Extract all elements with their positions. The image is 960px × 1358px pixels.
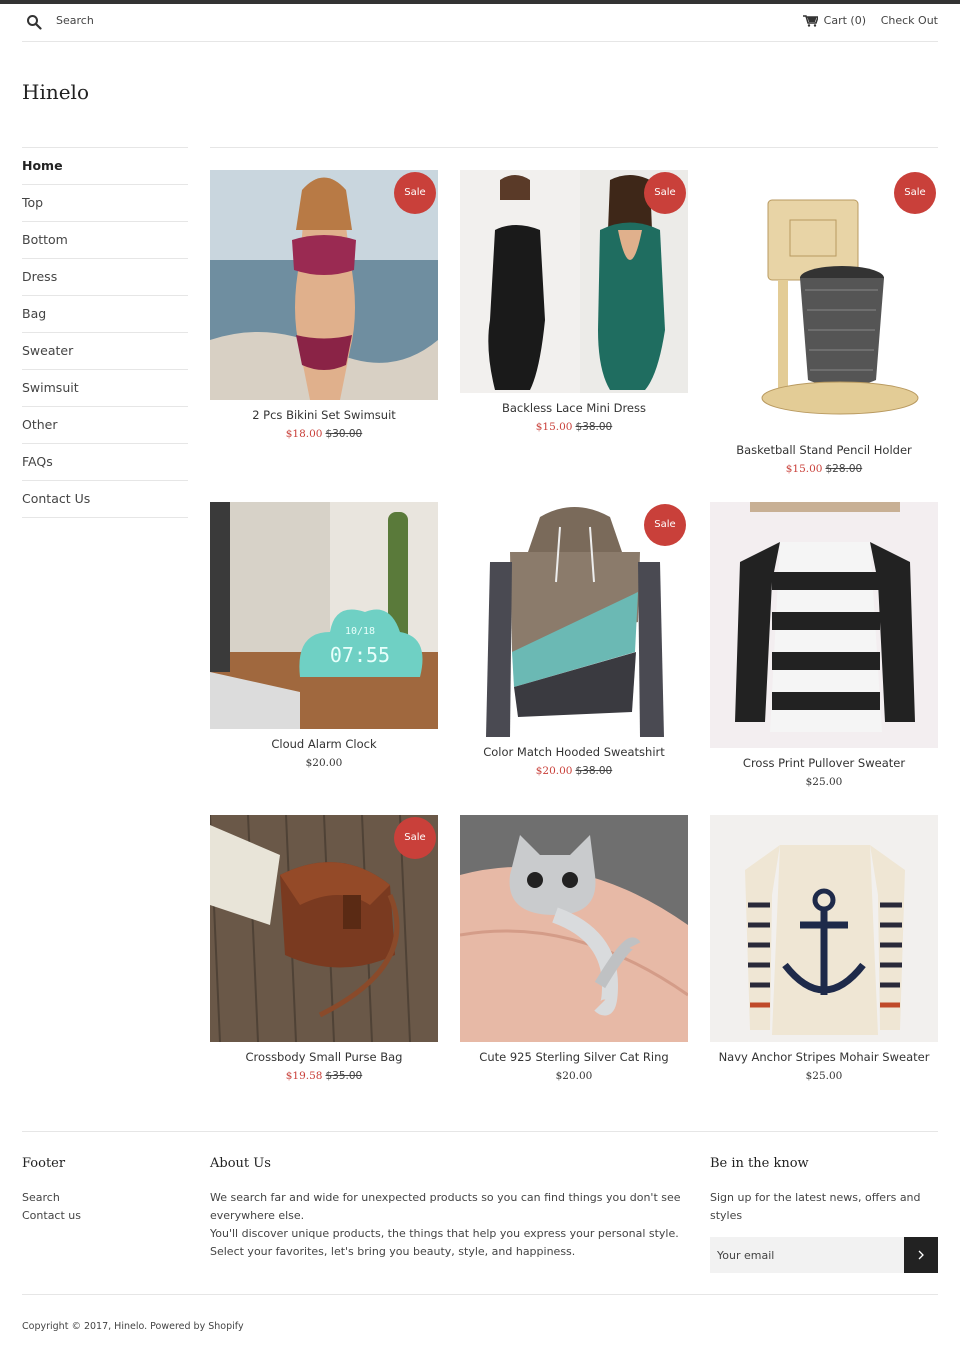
product-card[interactable]: Sale 2 Pcs Bikini Set Swimsuit $18.00 $30… [210, 170, 438, 440]
copyright-text: Copyright © 2017, Hinelo. Powered by Sho… [22, 1321, 244, 1332]
clock-date: 10/18 [345, 626, 375, 637]
nav-item-swimsuit[interactable]: Swimsuit [22, 370, 188, 407]
product-price: $20.00 $38.00 [460, 765, 688, 777]
sale-badge: Sale [644, 172, 686, 214]
product-title[interactable]: 2 Pcs Bikini Set Swimsuit [210, 408, 438, 422]
product-price: $25.00 [710, 1070, 938, 1082]
sale-price: $20.00 [535, 765, 573, 777]
sale-price: $15.00 [535, 421, 573, 433]
newsletter-form [710, 1237, 938, 1273]
product-card[interactable]: Cute 925 Sterling Silver Cat Ring $20.00 [460, 815, 688, 1082]
regular-price: $25.00 [805, 1070, 843, 1082]
product-title[interactable]: Backless Lace Mini Dress [460, 401, 688, 415]
product-card[interactable]: 10/18 07:55 Cloud Alarm Clock $20.00 [210, 502, 438, 769]
sale-badge: Sale [644, 504, 686, 546]
product-title[interactable]: Color Match Hooded Sweatshirt [460, 745, 688, 759]
compare-price: $38.00 [575, 765, 613, 777]
regular-price: $20.00 [305, 757, 343, 769]
product-image[interactable]: 10/18 07:55 [210, 502, 438, 729]
search-link[interactable]: Search [56, 14, 94, 27]
nav-item-top[interactable]: Top [22, 185, 188, 222]
regular-price: $20.00 [555, 1070, 593, 1082]
product-title[interactable]: Cute 925 Sterling Silver Cat Ring [460, 1050, 688, 1064]
product-card[interactable]: Sale Basketball Stand Pencil Holder $15.… [710, 170, 938, 475]
footer-links-column: Footer Search Contact us [22, 1156, 182, 1225]
newsletter-text: Sign up for the latest news, offers and … [710, 1191, 921, 1222]
product-image[interactable]: Sale [710, 170, 938, 435]
sale-badge: Sale [394, 817, 436, 859]
product-title[interactable]: Crossbody Small Purse Bag [210, 1050, 438, 1064]
product-price: $15.00 $28.00 [710, 463, 938, 475]
checkout-link[interactable]: Check Out [881, 14, 938, 27]
product-card[interactable]: Navy Anchor Stripes Mohair Sweater $25.0… [710, 815, 938, 1082]
compare-price: $28.00 [825, 463, 863, 475]
nav-item-other[interactable]: Other [22, 407, 188, 444]
grid-divider [210, 147, 938, 148]
product-card[interactable]: Sale Crossbody Small Purse Bag $19.58 $35… [210, 815, 438, 1082]
about-text-line: Select your favorites, let's bring you b… [210, 1245, 576, 1258]
product-title[interactable]: Basketball Stand Pencil Holder [710, 443, 938, 457]
footer-newsletter-column: Be in the know Sign up for the latest ne… [710, 1156, 938, 1273]
sale-badge: Sale [394, 172, 436, 214]
store-logo[interactable]: Hinelo [22, 80, 89, 104]
compare-price: $35.00 [325, 1070, 363, 1082]
clock-time: 07:55 [330, 643, 390, 667]
product-price: $20.00 [210, 757, 438, 769]
copyright-divider [22, 1294, 938, 1295]
sale-badge: Sale [894, 172, 936, 214]
product-title[interactable]: Cross Print Pullover Sweater [710, 756, 938, 770]
newsletter-heading: Be in the know [710, 1156, 809, 1171]
compare-price: $30.00 [325, 428, 363, 440]
cart-label: Cart (0) [823, 14, 866, 27]
sidebar-nav: Home Top Bottom Dress Bag Sweater Swimsu… [22, 147, 188, 518]
cart-link[interactable]: Cart (0) [802, 14, 866, 27]
product-image[interactable] [710, 815, 938, 1042]
product-price: $18.00 $30.00 [210, 428, 438, 440]
footer-heading: Footer [22, 1156, 66, 1171]
product-price: $25.00 [710, 776, 938, 788]
footer-about-column: About Us We search far and wide for unex… [210, 1156, 690, 1261]
about-heading: About Us [210, 1156, 271, 1171]
sale-price: $19.58 [285, 1070, 323, 1082]
nav-item-faqs[interactable]: FAQs [22, 444, 188, 481]
compare-price: $38.00 [575, 421, 613, 433]
cart-icon [802, 14, 818, 27]
product-card[interactable]: Sale Backless Lace Mini Dress $15.00 $38.… [460, 170, 688, 433]
header-bar: Search Cart (0) Check Out [22, 4, 938, 42]
about-text-line: We search far and wide for unexpected pr… [210, 1191, 681, 1204]
sale-price: $15.00 [785, 463, 823, 475]
nav-item-home[interactable]: Home [22, 148, 188, 185]
footer-divider [22, 1131, 938, 1132]
product-image[interactable]: Sale [210, 815, 438, 1042]
regular-price: $25.00 [805, 776, 843, 788]
about-text-line: You'll discover unique products, the thi… [210, 1227, 679, 1240]
product-image[interactable]: Sale [210, 170, 438, 400]
footer-link-contact[interactable]: Contact us [22, 1207, 182, 1225]
product-title[interactable]: Navy Anchor Stripes Mohair Sweater [710, 1050, 938, 1064]
search-icon[interactable] [26, 14, 42, 30]
product-image[interactable]: Sale [460, 502, 688, 737]
product-price: $20.00 [460, 1070, 688, 1082]
nav-item-sweater[interactable]: Sweater [22, 333, 188, 370]
product-image[interactable] [460, 815, 688, 1042]
product-title[interactable]: Cloud Alarm Clock [210, 737, 438, 751]
product-price: $19.58 $35.00 [210, 1070, 438, 1082]
subscribe-button[interactable] [904, 1237, 938, 1273]
chevron-right-icon [918, 1250, 924, 1260]
footer-link-search[interactable]: Search [22, 1189, 182, 1207]
sale-price: $18.00 [285, 428, 323, 440]
product-card[interactable]: Sale Color Match Hooded Sweatshirt $20.0… [460, 502, 688, 777]
product-image[interactable] [710, 502, 938, 748]
product-card[interactable]: Cross Print Pullover Sweater $25.00 [710, 502, 938, 788]
nav-item-bottom[interactable]: Bottom [22, 222, 188, 259]
nav-item-contact[interactable]: Contact Us [22, 481, 188, 518]
product-price: $15.00 $38.00 [460, 421, 688, 433]
about-text-line: everywhere else. [210, 1209, 305, 1222]
nav-item-dress[interactable]: Dress [22, 259, 188, 296]
nav-item-bag[interactable]: Bag [22, 296, 188, 333]
product-image[interactable]: Sale [460, 170, 688, 393]
email-input[interactable] [710, 1237, 904, 1273]
